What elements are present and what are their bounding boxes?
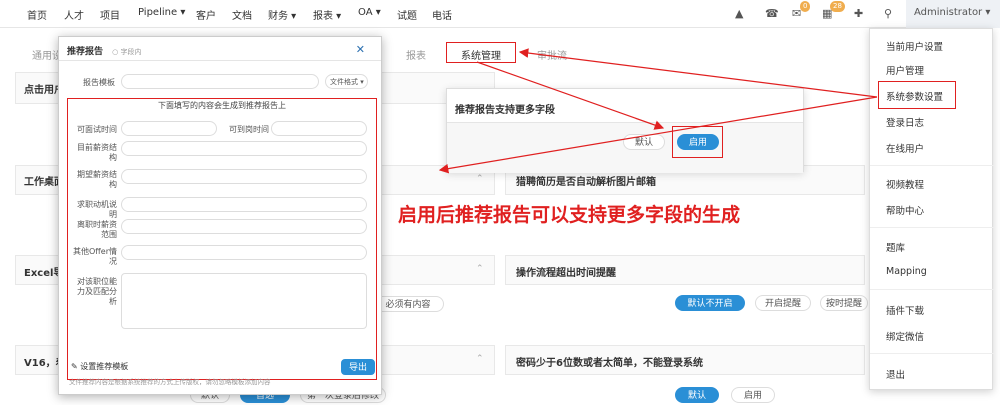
mail-icon[interactable]: ✉ 0 (792, 1, 811, 20)
nav-docs[interactable]: 文档 (232, 7, 252, 22)
nav-finance[interactable]: 财务 ▾ (268, 7, 296, 22)
nav-phone[interactable]: 电话 (432, 7, 452, 22)
export-button[interactable]: 导出 (341, 359, 375, 375)
recommend-report-settings-dialog: 推荐报告支持更多字段 默认 启用 (446, 88, 804, 173)
collapse-icon[interactable]: ⌃ (476, 174, 484, 184)
nav-client[interactable]: 客户 (196, 7, 216, 22)
option-default-pw[interactable]: 默认 (675, 387, 719, 403)
close-icon[interactable]: ✕ (356, 43, 365, 56)
menu-help-center[interactable]: 帮助中心 (886, 203, 924, 217)
leave-salary-input[interactable] (121, 219, 367, 234)
recommend-report-modal: 推荐报告 ○ 字段内 ✕ 报告模板 文件格式 ▾ 下面填写的内容会生成到推荐报告… (58, 36, 382, 395)
calendar-badge: 28 (830, 1, 845, 12)
section-title: 下面填写的内容会生成到推荐报告上 (158, 101, 286, 110)
option-remind[interactable]: 开启提醒 (755, 295, 811, 311)
menu-divider (870, 227, 994, 228)
annotation-text: 启用后推荐报告可以支持更多字段的生成 (398, 204, 741, 226)
current-salary-input[interactable] (121, 141, 367, 156)
option-off-default[interactable]: 默认不开启 (675, 295, 745, 311)
modal-subtitle: ○ 字段内 (112, 48, 142, 56)
tab-system-management[interactable]: 系统管理 (446, 42, 516, 63)
panel-title-right-1: 猎聘简历是否自动解析图片邮箱 (516, 177, 656, 188)
collapse-icon[interactable]: ⌃ (476, 354, 484, 364)
nav-exam[interactable]: 试题 (397, 7, 417, 22)
plus-icon[interactable]: ✚ (854, 7, 863, 20)
footer-note: 文件推荐内容是根据系统推荐的方式上传版权，请勿忽略模板添加内容 (69, 378, 271, 386)
calendar-icon[interactable]: ▦ 28 (822, 1, 845, 20)
other-offer-input[interactable] (121, 245, 367, 260)
nav-pipeline[interactable]: Pipeline ▾ (138, 7, 185, 18)
top-navbar: 首页 人才 项目 Pipeline ▾ 客户 文档 财务 ▾ 报表 ▾ OA ▾… (0, 0, 1000, 28)
admin-menu-button[interactable]: Administrator ▾ (906, 0, 1000, 28)
expected-salary-input[interactable] (121, 169, 367, 184)
motivation-input[interactable] (121, 197, 367, 212)
tab-reports[interactable]: 报表 (406, 47, 426, 62)
menu-divider (870, 353, 994, 354)
default-button[interactable]: 默认 (623, 134, 665, 150)
option-enable-pw[interactable]: 启用 (731, 387, 775, 403)
field-label-motivation: 求职动机说明 (77, 200, 117, 219)
field-label-match-analysis: 对该职位能力及匹配分析 (77, 277, 117, 306)
menu-video-tutorial[interactable]: 视频教程 (886, 177, 924, 191)
tab-approval[interactable]: 审批流 (537, 47, 567, 62)
dialog-title: 推荐报告支持更多字段 (447, 89, 803, 123)
menu-bind-wechat[interactable]: 绑定微信 (886, 329, 924, 343)
menu-mapping[interactable]: Mapping (886, 266, 927, 277)
menu-question-bank[interactable]: 题库 (886, 240, 905, 254)
onboard-time-input[interactable] (271, 121, 367, 136)
field-label-onboard-time: 可到岗时间 (229, 125, 269, 134)
menu-logout[interactable]: 退出 (886, 367, 905, 381)
modal-title: 推荐报告 (67, 47, 104, 57)
interview-time-input[interactable] (121, 121, 217, 136)
menu-system-params[interactable]: 系统参数设置 (886, 89, 943, 103)
option-pill[interactable]: 必须有内容 (372, 296, 444, 312)
template-label: 报告模板 (83, 78, 115, 87)
field-label-current-salary: 目前薪资结构 (77, 143, 117, 162)
menu-user-settings[interactable]: 当前用户设置 (886, 39, 943, 53)
admin-dropdown-menu: 当前用户设置 用户管理 系统参数设置 登录日志 在线用户 视频教程 帮助中心 题… (869, 28, 994, 390)
menu-divider (870, 289, 994, 290)
enable-button[interactable]: 启用 (677, 134, 719, 150)
dialog-body: 默认 启用 (447, 123, 803, 173)
search-icon[interactable]: ⚲ (884, 7, 892, 20)
settings-template-link[interactable]: ✎ 设置推荐模板 (71, 362, 128, 372)
menu-login-log[interactable]: 登录日志 (886, 115, 924, 129)
nav-oa[interactable]: OA ▾ (358, 7, 381, 18)
option-timed-remind[interactable]: 按时提醒 (820, 295, 868, 311)
modal-header: 推荐报告 ○ 字段内 (59, 37, 381, 61)
match-analysis-textarea[interactable] (121, 273, 367, 329)
nav-talent[interactable]: 人才 (64, 7, 84, 22)
menu-user-management[interactable]: 用户管理 (886, 63, 924, 77)
nav-project[interactable]: 项目 (100, 7, 120, 22)
template-select[interactable] (121, 74, 319, 89)
collapse-icon[interactable]: ⌃ (476, 264, 484, 274)
nav-reports[interactable]: 报表 ▾ (313, 7, 341, 22)
phone-icon[interactable]: ☎ (765, 7, 779, 20)
panel-title-right-2: 操作流程超出时间提醒 (516, 268, 616, 279)
panel-title-right-3: 密码少于6位数或者太简单，不能登录系统 (516, 358, 703, 369)
menu-divider (870, 165, 994, 166)
field-label-leave-salary: 离职时薪资范围 (77, 220, 117, 239)
field-label-interview-time: 可面试时间 (77, 125, 117, 134)
field-label-other-offer: 其他Offer情况 (72, 247, 117, 266)
menu-plugin-download[interactable]: 插件下载 (886, 303, 924, 317)
shirt-icon[interactable]: ▲ (735, 7, 743, 20)
menu-online-users[interactable]: 在线用户 (886, 141, 924, 155)
field-label-expected-salary: 期望薪资结构 (77, 170, 117, 189)
file-format-select[interactable]: 文件格式 ▾ (325, 74, 368, 89)
nav-home[interactable]: 首页 (27, 7, 47, 22)
mail-badge: 0 (800, 1, 811, 12)
